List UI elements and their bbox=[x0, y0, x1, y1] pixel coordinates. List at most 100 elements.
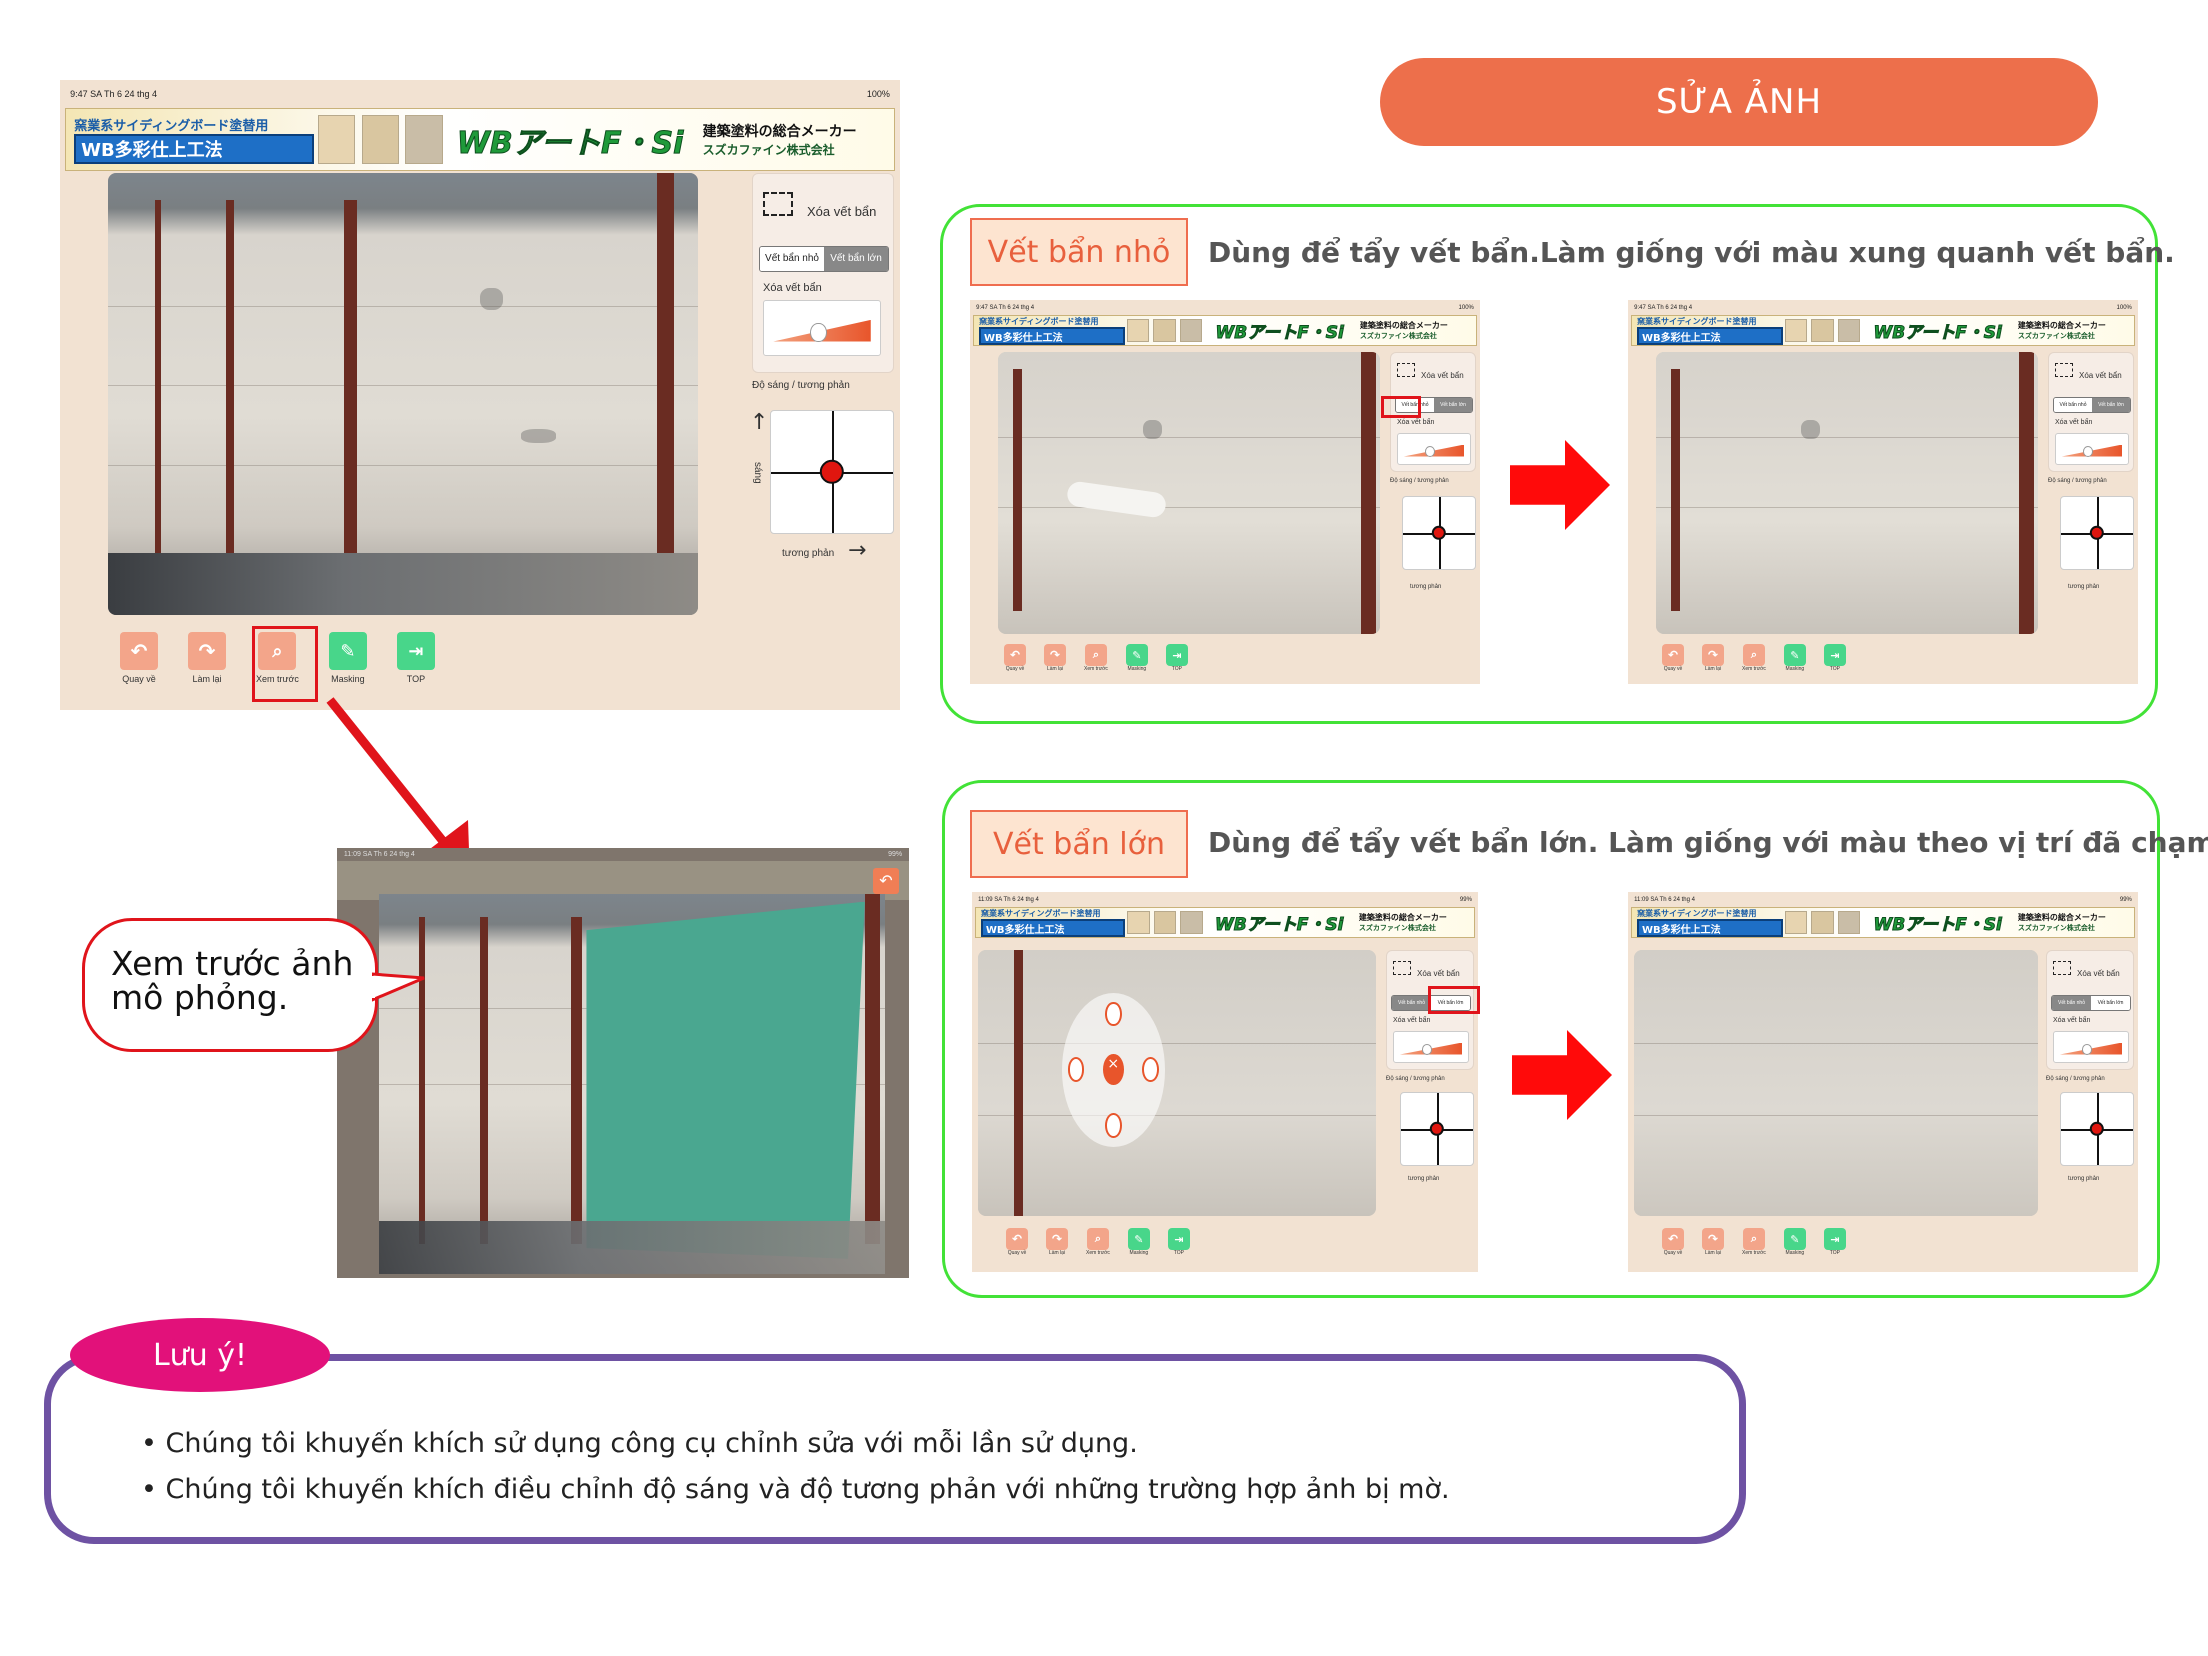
battery-indicator: 100% bbox=[866, 89, 890, 100]
preview-button[interactable]: ⌕ Xem trước bbox=[1084, 644, 1108, 672]
preview-icon: ⌕ bbox=[1084, 644, 1107, 666]
masking-button[interactable]: ✎ Masking bbox=[1783, 644, 1806, 672]
undo-button[interactable]: ↶ Quay về bbox=[1006, 1228, 1028, 1256]
brightness-contrast-pad[interactable] bbox=[1402, 496, 1476, 570]
redo-button[interactable]: ↷ Làm lại bbox=[1044, 644, 1066, 672]
redo-button[interactable]: ↷ Làm lại bbox=[1702, 1228, 1724, 1256]
small-stain-option[interactable]: Vết bẩn nhỏ bbox=[2052, 996, 2091, 1010]
touch-position-menu[interactable]: × bbox=[1061, 992, 1166, 1147]
top-button[interactable]: ⇥ TOP bbox=[1823, 644, 1846, 672]
edit-icon: ✎ bbox=[1127, 1228, 1150, 1250]
masking-button[interactable]: ✎ Masking bbox=[1125, 644, 1148, 672]
slider-label: Xóa vết bẩn bbox=[1397, 419, 1435, 426]
stain-size-toggle: Vết bẩn nhỏ Vết bẩn lớn bbox=[2051, 995, 2131, 1011]
stain-strength-slider[interactable] bbox=[2053, 1031, 2129, 1063]
company-tagline: 建築塗料の総合メーカー bbox=[2017, 321, 2106, 331]
redo-button[interactable]: ↷ Làm lại bbox=[188, 632, 226, 684]
undo-label: Quay về bbox=[1663, 666, 1683, 672]
masking-label: Masking bbox=[1785, 666, 1805, 672]
small-stain-after-screenshot: 9:47 SA Th 6 24 thg 4 100% 窯業系サイディングボード塗替… bbox=[1628, 300, 2138, 684]
banner-jp-line2: WB多彩仕上工法 bbox=[1637, 326, 1783, 346]
wall-photo[interactable] bbox=[108, 173, 698, 615]
top-label: TOP bbox=[1171, 666, 1182, 672]
large-stain-description: Dùng để tẩy vết bẩn lớn. Làm giống với m… bbox=[1208, 826, 2208, 859]
top-label: TOP bbox=[1829, 666, 1840, 672]
exit-icon: ⇥ bbox=[1823, 1228, 1846, 1250]
undo-button[interactable]: ↶ Quay về bbox=[1662, 1228, 1684, 1256]
brand-logo: WBアートF・Si bbox=[1215, 323, 1344, 344]
touch-icon bbox=[1105, 1001, 1122, 1027]
status-time: 11:09 SA Th 6 24 thg 4 bbox=[343, 850, 415, 858]
preview-button[interactable]: ⌕ Xem trước bbox=[1086, 1228, 1110, 1256]
callout-pointer bbox=[372, 972, 425, 1002]
close-preview-button[interactable]: ↶ bbox=[873, 868, 899, 894]
status-time: 9:47 SA Th 6 24 thg 4 bbox=[1634, 304, 1693, 311]
stain-brush-stroke bbox=[1065, 480, 1168, 520]
masking-label: Masking bbox=[1127, 666, 1147, 672]
exit-icon: ⇥ bbox=[1165, 644, 1188, 666]
close-icon[interactable]: × bbox=[1102, 1054, 1124, 1086]
large-stain-option[interactable]: Vết bẩn lớn bbox=[824, 247, 888, 271]
large-stain-option-highlight bbox=[1428, 986, 1480, 1014]
redo-label: Làm lại bbox=[1704, 1250, 1722, 1256]
masking-button[interactable]: ✎ Masking bbox=[328, 632, 367, 684]
wall-photo[interactable] bbox=[1634, 950, 2038, 1216]
redo-button[interactable]: ↷ Làm lại bbox=[1702, 644, 1724, 672]
undo-button[interactable]: ↶ Quay về bbox=[1004, 644, 1026, 672]
brightness-contrast-pad[interactable] bbox=[1400, 1092, 1474, 1166]
masking-button[interactable]: ✎ Masking bbox=[1783, 1228, 1806, 1256]
stain-strength-slider[interactable] bbox=[1393, 1031, 1469, 1063]
top-button[interactable]: ⇥ TOP bbox=[1165, 644, 1188, 672]
preview-button[interactable]: ⌕ Xem trước bbox=[1742, 1228, 1766, 1256]
stain-strength-slider[interactable] bbox=[1397, 433, 1471, 465]
large-stain-option[interactable]: Vết bẩn lớn bbox=[2092, 398, 2130, 412]
undo-label: Quay về bbox=[1663, 1250, 1683, 1256]
large-stain-option[interactable]: Vết bẩn lớn bbox=[2091, 996, 2130, 1010]
brightness-contrast-pad[interactable] bbox=[2060, 496, 2134, 570]
brightness-contrast-pad[interactable] bbox=[2060, 1092, 2134, 1166]
preview-button[interactable]: ⌕ Xem trước bbox=[1742, 644, 1766, 672]
company-tagline: 建築塗料の総合メーカー bbox=[2017, 912, 2106, 922]
undo-label: Quay về bbox=[122, 674, 156, 684]
masking-button[interactable]: ✎ Masking bbox=[1127, 1228, 1150, 1256]
undo-label: Quay về bbox=[1005, 666, 1025, 672]
banner-jp-line1: 窯業系サイディングボード塗替用 bbox=[981, 909, 1101, 919]
touch-icon bbox=[1105, 1112, 1122, 1138]
top-button[interactable]: ⇥ TOP bbox=[396, 632, 435, 684]
wall-photo[interactable] bbox=[998, 352, 1380, 634]
redo-label: Làm lại bbox=[1046, 666, 1064, 672]
brand-logo: WBアートF・Si bbox=[456, 125, 684, 161]
preview-label: Xem trước bbox=[1742, 666, 1766, 672]
small-stain-option[interactable]: Vết bẩn nhỏ bbox=[1392, 996, 1431, 1010]
wall-photo[interactable]: × bbox=[978, 950, 1376, 1216]
slider-label: Xóa vết bẩn bbox=[2055, 419, 2093, 426]
masking-label: Masking bbox=[1129, 1250, 1149, 1256]
small-stain-option[interactable]: Vết bẩn nhỏ bbox=[2054, 398, 2092, 412]
undo-button[interactable]: ↶ Quay về bbox=[1662, 644, 1684, 672]
right-arrow-icon: → bbox=[848, 538, 867, 563]
redo-icon: ↷ bbox=[1044, 644, 1066, 666]
brightness-contrast-pad[interactable] bbox=[770, 410, 894, 534]
banner-jp-line1: 窯業系サイディングボード塗替用 bbox=[979, 317, 1099, 327]
contrast-axis-label: tương phản bbox=[2068, 584, 2100, 590]
redo-label: Làm lại bbox=[1048, 1250, 1066, 1256]
battery-indicator: 100% bbox=[1458, 304, 1474, 311]
contrast-axis-label: tương phản bbox=[2068, 1176, 2100, 1182]
stain-strength-slider[interactable] bbox=[763, 300, 881, 356]
redo-button[interactable]: ↷ Làm lại bbox=[1046, 1228, 1068, 1256]
stain-strength-slider[interactable] bbox=[2055, 433, 2129, 465]
status-time: 9:47 SA Th 6 24 thg 4 bbox=[70, 89, 157, 100]
small-stain-option-highlight bbox=[1381, 396, 1421, 418]
banner-jp-line1: 窯業系サイディングボード塗替用 bbox=[1637, 317, 1757, 327]
app-banner: 窯業系サイディングボード塗替用 WB多彩仕上工法 WBアートF・Si 建築塗料の総… bbox=[973, 315, 1477, 347]
top-label: TOP bbox=[1173, 1250, 1184, 1256]
redo-icon: ↷ bbox=[1702, 644, 1724, 666]
note-item: • Chúng tôi khuyến khích sử dụng công cụ… bbox=[141, 1428, 1138, 1459]
top-button[interactable]: ⇥ TOP bbox=[1823, 1228, 1846, 1256]
large-stain-option[interactable]: Vết bẩn lớn bbox=[1434, 398, 1472, 412]
top-button[interactable]: ⇥ TOP bbox=[1167, 1228, 1190, 1256]
small-stain-option[interactable]: Vết bẩn nhỏ bbox=[760, 247, 824, 271]
preview-label: Xem trước bbox=[1086, 1250, 1110, 1256]
undo-button[interactable]: ↶ Quay về bbox=[120, 632, 158, 684]
wall-photo[interactable] bbox=[1656, 352, 2038, 634]
